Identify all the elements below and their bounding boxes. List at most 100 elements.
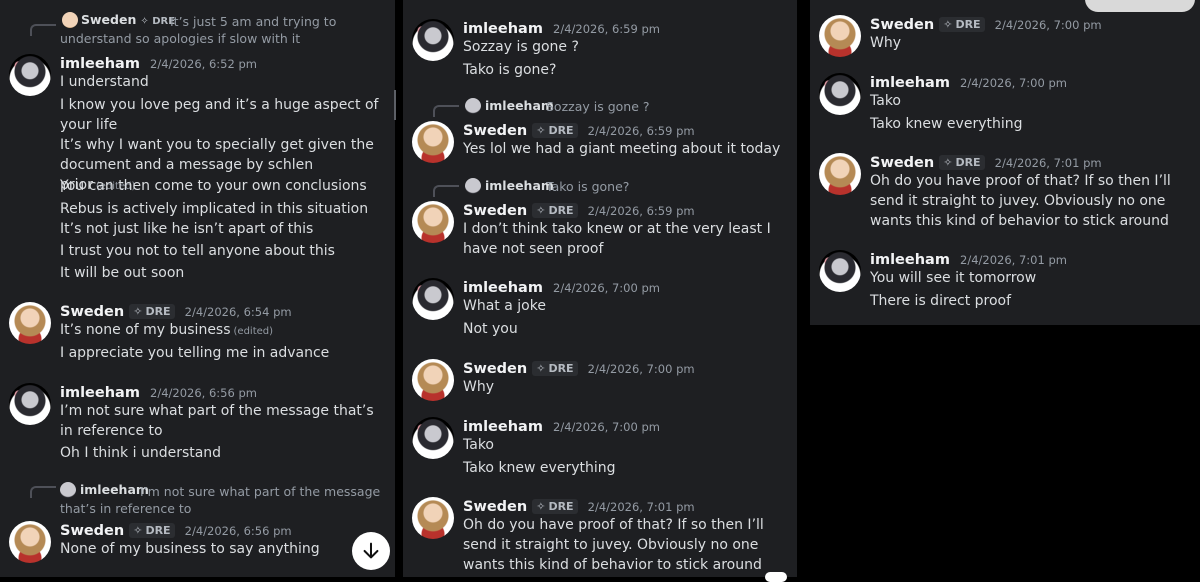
username[interactable]: Sweden [60,304,124,320]
message-text: I understand [60,74,149,90]
reply-reference[interactable]: imleeham I’m not sure what part of the m… [0,480,395,520]
overlay-pill[interactable] [1085,0,1195,12]
avatar[interactable] [412,278,454,320]
sparkle-icon: ✧ [536,124,546,137]
username[interactable]: imleeham [60,385,140,401]
avatar[interactable] [9,521,51,563]
reply-avatar [465,178,481,194]
message-header: imleeham 2/4/2026, 7:00 pm [463,415,660,437]
timestamp: 2/4/2026, 6:56 pm [150,386,257,400]
message-text: Tako [463,437,494,453]
server-tag[interactable]: ✧ DRE [939,17,985,32]
message-header: Sweden ✧ DRE 2/4/2026, 6:54 pm [60,300,292,322]
avatar[interactable] [9,302,51,344]
reply-text: Tako is gone? [546,179,630,194]
message-text: None of my business to say anything [60,541,320,557]
timestamp: 2/4/2026, 7:00 pm [553,281,660,295]
reply-author[interactable]: imleeham [485,98,554,113]
reply-avatar [465,98,481,114]
server-tag[interactable]: ✧ DRE [129,304,175,319]
server-tag[interactable]: ✧ DRE [532,123,578,138]
username[interactable]: imleeham [463,21,543,37]
message-text: There is direct proof [870,293,1012,309]
avatar[interactable] [819,73,861,115]
username[interactable]: imleeham [60,56,140,72]
jump-to-bottom-button[interactable] [352,532,390,570]
message-text: Tako [870,93,901,109]
message-header: imleeham 2/4/2026, 7:00 pm [870,71,1067,93]
sparkle-icon: ✧ [536,204,546,217]
avatar[interactable] [412,359,454,401]
avatar[interactable] [412,19,454,61]
message-header: imleeham 2/4/2026, 7:01 pm [870,248,1067,270]
message-header: Sweden ✧ DRE 2/4/2026, 7:01 pm [463,495,695,517]
message-header: Sweden ✧ DRE 2/4/2026, 6:59 pm [463,119,695,141]
message-header: Sweden ✧ DRE 2/4/2026, 6:56 pm [60,519,292,541]
message-text: Oh I think i understand [60,445,222,461]
reply-reference[interactable]: imleeham Sozzay is gone ? [403,97,797,117]
username[interactable]: Sweden [463,499,527,515]
reply-reference[interactable]: imleeham Tako is gone? [403,177,797,197]
timestamp: 2/4/2026, 7:00 pm [994,18,1102,32]
avatar[interactable] [819,250,861,292]
message-header: Sweden ✧ DRE 2/4/2026, 7:00 pm [463,357,695,379]
sparkle-icon: ✧ [943,156,953,169]
avatar[interactable] [412,121,454,163]
message-text: I don’t think tako knew or at the very l… [463,221,771,257]
message-text: It will be out soon [60,265,185,281]
timestamp: 2/4/2026, 6:56 pm [184,524,292,538]
timestamp: 2/4/2026, 6:54 pm [184,305,292,319]
message-text: I’m not sure what part of the message th… [60,403,374,439]
username[interactable]: Sweden [463,203,527,219]
username[interactable]: Sweden [60,523,124,539]
server-tag[interactable]: ✧ DRE [532,499,578,514]
username[interactable]: Sweden [870,17,934,33]
username[interactable]: imleeham [463,280,543,296]
message-text: Not you [463,321,518,337]
username[interactable]: Sweden [463,123,527,139]
message-text: Oh do you have proof of that? If so then… [870,173,1171,229]
timestamp: 2/4/2026, 7:00 pm [960,76,1067,90]
reply-reference[interactable]: Sweden ✧ DRE It’s just 5 am and trying to… [0,10,395,50]
message-text: I know you love peg and it’s a huge aspe… [60,97,379,133]
edited-label: (edited) [233,326,274,337]
username[interactable]: imleeham [870,75,950,91]
message-text: It’s none of my business (edited) [60,322,274,338]
timestamp: 2/4/2026, 6:59 pm [587,124,695,138]
message-text: What a joke [463,298,546,314]
timestamp: 2/4/2026, 6:52 pm [150,57,257,71]
message-header: imleeham 2/4/2026, 6:56 pm [60,381,257,403]
timestamp: 2/4/2026, 7:00 pm [553,420,660,434]
scroll-indicator[interactable] [765,572,787,582]
username[interactable]: Sweden [870,155,934,171]
username[interactable]: imleeham [870,252,950,268]
scrollbar-thumb[interactable] [394,90,396,120]
message-text: I appreciate you telling me in advance [60,345,330,361]
avatar[interactable] [819,15,861,57]
chat-panel-left: Sweden ✧ DRE It’s just 5 am and trying to… [0,0,395,577]
avatar[interactable] [412,417,454,459]
message-header: Sweden ✧ DRE 2/4/2026, 7:00 pm [870,13,1102,35]
message-text: Yes lol we had a giant meeting about it … [463,141,781,157]
server-tag[interactable]: ✧ DRE [939,155,985,170]
timestamp: 2/4/2026, 7:00 pm [587,362,695,376]
avatar[interactable] [412,201,454,243]
avatar[interactable] [412,497,454,539]
reply-author[interactable]: imleeham [485,178,554,193]
message-header: Sweden ✧ DRE 2/4/2026, 6:59 pm [463,199,695,221]
avatar[interactable] [819,153,861,195]
message-header: imleeham 2/4/2026, 6:52 pm [60,52,257,74]
sparkle-icon: ✧ [133,305,143,318]
server-tag[interactable]: ✧ DRE [129,523,175,538]
sparkle-icon: ✧ [943,18,953,31]
reply-spine [433,185,459,197]
message-header: imleeham 2/4/2026, 6:59 pm [463,17,660,39]
avatar[interactable] [9,54,51,96]
reply-spine [30,24,56,36]
server-tag[interactable]: ✧ DRE [532,361,578,376]
username[interactable]: imleeham [463,419,543,435]
server-tag[interactable]: ✧ DRE [532,203,578,218]
message-text: Why [870,35,902,51]
avatar[interactable] [9,383,51,425]
username[interactable]: Sweden [463,361,527,377]
